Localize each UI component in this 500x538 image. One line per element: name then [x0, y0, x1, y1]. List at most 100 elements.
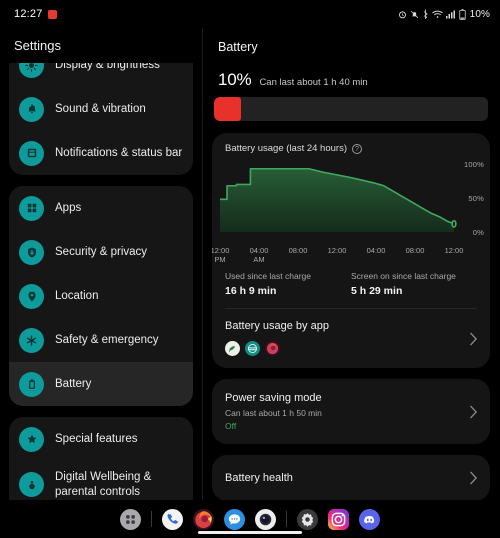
- stat-value: 5 h 29 min: [351, 285, 403, 297]
- x-axis-tick: 08:00: [288, 246, 308, 255]
- app-firefox-icon: [265, 341, 280, 356]
- power-saving-subtitle: Can last about 1 h 50 min: [225, 408, 322, 418]
- app-icons-list: [225, 341, 477, 356]
- phone-screen: 12:27 10% Settings Display & brightness …: [0, 0, 500, 538]
- sidebar-item-special-features[interactable]: Special features: [9, 417, 193, 461]
- status-bar-right: 10%: [398, 9, 490, 20]
- sidebar-item-battery[interactable]: Battery: [9, 362, 193, 406]
- discord-icon[interactable]: [359, 508, 380, 530]
- status-bar: 12:27 10%: [0, 0, 500, 28]
- battery-level-bar-fill: [214, 97, 242, 121]
- x-axis-tick: 12:00: [327, 246, 347, 255]
- battery-level-bar: [214, 97, 488, 121]
- sidebar-item-apps[interactable]: Apps: [9, 186, 193, 230]
- status-bar-left: 12:27: [14, 8, 57, 20]
- sidebar-label: Sound & vibration: [55, 102, 146, 115]
- instagram-icon[interactable]: [328, 508, 349, 530]
- power-saving-title: Power saving mode: [225, 392, 322, 404]
- battery-scroll[interactable]: 10% Can last about 1 h 40 min Battery us…: [212, 64, 490, 500]
- chevron-right-icon[interactable]: [469, 471, 478, 485]
- battery-estimate: Can last about 1 h 40 min: [259, 77, 368, 88]
- battery-usage-by-app-row[interactable]: Battery usage by app: [212, 309, 490, 368]
- settings-gear-icon[interactable]: [297, 508, 318, 530]
- settings-group-display: Display & brightness Sound & vibration N…: [9, 63, 193, 175]
- sidebar-item-display-brightness[interactable]: Display & brightness: [9, 63, 193, 87]
- firefox-icon[interactable]: [193, 508, 214, 530]
- notification-icon: [19, 140, 44, 166]
- app-drawer-icon[interactable]: [120, 508, 141, 530]
- power-saving-row[interactable]: Power saving mode Can last about 1 h 50 …: [212, 379, 490, 444]
- y-axis-label-100: 100%: [464, 160, 484, 169]
- battery-pane: Battery 10% Can last about 1 h 40 min Ba…: [202, 28, 500, 500]
- main-content: Settings Display & brightness Sound & vi…: [0, 28, 500, 500]
- sidebar-label: Notifications & status bar: [55, 146, 183, 159]
- bell-icon: [19, 96, 44, 122]
- sidebar-item-location[interactable]: Location: [9, 274, 193, 318]
- status-clock: 12:27: [14, 8, 43, 20]
- power-saving-card[interactable]: Power saving mode Can last about 1 h 50 …: [212, 379, 490, 444]
- sidebar-item-security-privacy[interactable]: Security & privacy: [9, 230, 193, 274]
- usage-by-app-title: Battery usage by app: [225, 320, 329, 332]
- stat-screen-on-since-last-charge: Screen on since last charge 5 h 29 min: [351, 271, 477, 297]
- wifi-icon: [431, 10, 443, 19]
- battery-health-card[interactable]: Battery health: [212, 455, 490, 500]
- battery-icon: [19, 371, 44, 397]
- power-saving-state: Off: [225, 421, 237, 431]
- taskbar-separator: [151, 511, 152, 527]
- sidebar-label: Location: [55, 289, 99, 302]
- stat-label: Screen on since last charge: [351, 271, 456, 281]
- phone-icon[interactable]: [162, 508, 183, 530]
- chevron-right-icon[interactable]: [469, 332, 478, 346]
- taskbar[interactable]: [0, 500, 500, 538]
- battery-stats-row: Used since last charge 16 h 9 min Screen…: [212, 266, 490, 308]
- settings-group-features: Special features Digital Wellbeing & par…: [9, 417, 193, 500]
- info-icon[interactable]: ?: [351, 143, 362, 154]
- chevron-right-icon[interactable]: [469, 405, 478, 419]
- sidebar-item-notifications-status-bar[interactable]: Notifications & status bar: [9, 131, 193, 175]
- x-axis-tick: 04:00: [366, 246, 386, 255]
- record-dot-icon: [47, 9, 57, 19]
- messages-icon[interactable]: [224, 508, 245, 530]
- x-axis-tick: 04:00 AM: [249, 246, 269, 264]
- chart-title: Battery usage (last 24 hours): [225, 143, 347, 154]
- pane-divider: [202, 28, 203, 500]
- asterisk-sos-icon: [19, 327, 44, 353]
- app-white-green-icon: [225, 341, 240, 356]
- sidebar-label: Security & privacy: [55, 245, 148, 258]
- apps-grid-icon: [19, 195, 44, 221]
- battery-icon: [459, 8, 466, 20]
- y-axis-label-50: 50%: [468, 194, 484, 203]
- stat-used-since-last-charge: Used since last charge 16 h 9 min: [225, 271, 351, 297]
- star-icon: [19, 426, 44, 452]
- settings-pane: Settings Display & brightness Sound & vi…: [0, 28, 202, 500]
- x-axis-tick: 12:00: [444, 246, 464, 255]
- battery-health-row[interactable]: Battery health: [212, 455, 490, 500]
- battery-usage-chart: 100% 50% 0%: [212, 158, 490, 244]
- sidebar-item-sound-vibration[interactable]: Sound & vibration: [9, 87, 193, 131]
- sidebar-item-safety-emergency[interactable]: Safety & emergency: [9, 318, 193, 362]
- page-title: Battery: [218, 40, 258, 54]
- sidebar-label: Special features: [55, 432, 138, 445]
- camera-icon[interactable]: [255, 508, 276, 530]
- sidebar-item-digital-wellbeing[interactable]: Digital Wellbeing & parental controls: [9, 461, 193, 500]
- status-battery-percent: 10%: [469, 8, 490, 20]
- sidebar-label: Battery: [55, 377, 92, 390]
- x-axis-tick: 12:00 PM: [212, 246, 230, 264]
- stat-label: Used since last charge: [225, 271, 311, 281]
- battery-level-percent: 10%: [218, 70, 252, 89]
- shield-lock-icon: [19, 239, 44, 265]
- chart-header: Battery usage (last 24 hours) ?: [212, 133, 490, 156]
- sidebar-label: Apps: [55, 201, 82, 214]
- chart-svg: [220, 158, 454, 232]
- battery-health-title: Battery health: [225, 472, 293, 484]
- alarm-icon: [398, 10, 407, 19]
- taskbar-separator: [286, 511, 287, 527]
- sidebar-label: Display & brightness: [55, 63, 160, 71]
- settings-list[interactable]: Display & brightness Sound & vibration N…: [0, 63, 202, 500]
- signal-icon: [445, 10, 456, 19]
- wellbeing-icon: [19, 472, 44, 498]
- bluetooth-icon: [422, 9, 429, 19]
- home-indicator[interactable]: [198, 531, 302, 534]
- chart-x-axis: 12:00 PM 04:00 AM 08:00 12:00 04:00 08:00 12:00: [212, 244, 490, 266]
- app-teal-icon: [245, 341, 260, 356]
